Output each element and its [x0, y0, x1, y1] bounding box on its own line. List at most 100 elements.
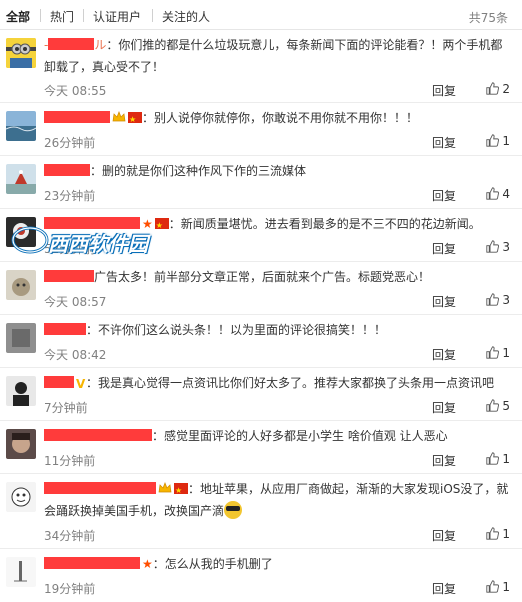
- vip-crown-icon: [158, 479, 172, 493]
- redacted-name: [44, 376, 74, 388]
- thumb-up-icon: [486, 82, 500, 95]
- tab-divider: [83, 9, 84, 22]
- thumb-up-icon: [486, 240, 500, 253]
- reply-button[interactable]: 回复: [432, 187, 456, 204]
- tab-all[interactable]: 全部: [6, 8, 30, 25]
- comment-text: V：我是真心觉得一点资讯比你们好太多了。推荐大家都换了头条用一点资讯吧: [44, 372, 512, 394]
- username[interactable]: [44, 429, 152, 443]
- comment-item: ：地址苹果，从应用厂商做起，渐渐的大家发现iOS没了，就会踊跃换掉美国手机，改换…: [0, 474, 522, 549]
- like-button[interactable]: 4: [486, 187, 510, 201]
- like-button[interactable]: 1: [486, 134, 510, 148]
- verified-v-icon: V: [76, 377, 86, 391]
- thumb-up-icon: [486, 187, 500, 200]
- reply-button[interactable]: 回复: [432, 452, 456, 469]
- comment-content: ：怎么从我的手机删了: [152, 557, 273, 571]
- username[interactable]: [44, 482, 156, 496]
- comment-content: ：不许你们这么说头条！！以为里面的评论很搞笑！！！: [86, 323, 387, 337]
- like-count: 3: [502, 293, 510, 307]
- tab-hot[interactable]: 热门: [50, 8, 74, 25]
- china-flag-icon: [174, 480, 188, 502]
- like-count: 1: [502, 452, 510, 466]
- like-count: 2: [502, 82, 510, 96]
- like-count: 1: [502, 580, 510, 594]
- thumb-up-icon: [486, 346, 500, 359]
- comment-time: 52分钟前: [44, 242, 96, 256]
- thumb-up-icon: [486, 399, 500, 412]
- username[interactable]: [44, 217, 140, 231]
- like-button[interactable]: 2: [486, 82, 510, 96]
- star-badge-icon: ★: [142, 217, 153, 231]
- like-count: 5: [502, 399, 510, 413]
- comment-item: ：删的就是你们这种作风下作的三流媒体 23分钟前 回复 4: [0, 156, 522, 209]
- comment-item: - ル：你们推的都是什么垃圾玩意儿，每条新闻下面的评论能看？！两个手机都卸载了，真…: [0, 30, 522, 103]
- avatar[interactable]: [6, 164, 36, 194]
- comment-item: 广告太多！前半部分文章正常，后面就来个广告。标题党恶心！ 今天 08:57 回复…: [0, 262, 522, 315]
- username[interactable]: [44, 376, 74, 390]
- redacted-name: [44, 164, 90, 176]
- comment-time: 19分钟前: [44, 582, 96, 596]
- reply-button[interactable]: 回复: [432, 293, 456, 310]
- redacted-name: [44, 111, 110, 123]
- reply-button[interactable]: 回复: [432, 580, 456, 597]
- tab-following[interactable]: 关注的人: [162, 8, 210, 25]
- like-button[interactable]: 1: [486, 527, 510, 541]
- like-button[interactable]: 3: [486, 240, 510, 254]
- username[interactable]: -ル: [44, 38, 106, 52]
- like-count: 3: [502, 240, 510, 254]
- comment-text: ：地址苹果，从应用厂商做起，渐渐的大家发现iOS没了，就会踊跃换掉美国手机，改换…: [44, 478, 512, 522]
- username[interactable]: [44, 323, 86, 337]
- thumb-up-icon: [486, 134, 500, 147]
- comment-content: ：我是真心觉得一点资讯比你们好太多了。推荐大家都换了头条用一点资讯吧: [86, 376, 495, 390]
- thumb-up-icon: [486, 527, 500, 540]
- like-button[interactable]: 5: [486, 399, 510, 413]
- reply-button[interactable]: 回复: [432, 399, 456, 416]
- china-flag-icon: [154, 215, 169, 237]
- comment-content: ：感觉里面评论的人好多都是小学生 啥价值观 让人恶心: [152, 429, 448, 443]
- tab-verified-users[interactable]: 认证用户: [93, 8, 141, 25]
- like-count: 1: [502, 346, 510, 360]
- comment-time: 34分钟前: [44, 529, 96, 543]
- comment-time: 26分钟前: [44, 136, 96, 150]
- thumb-up-icon: [486, 580, 500, 593]
- like-count: 4: [502, 187, 510, 201]
- comment-filter-tabs: 全部 热门 认证用户 关注的人 共75条: [0, 0, 522, 30]
- avatar[interactable]: [6, 270, 36, 300]
- reply-button[interactable]: 回复: [432, 134, 456, 151]
- username[interactable]: [44, 270, 94, 284]
- avatar[interactable]: [6, 557, 36, 587]
- redacted-name: [44, 429, 152, 441]
- reply-button[interactable]: 回复: [432, 82, 456, 99]
- avatar[interactable]: [6, 38, 36, 68]
- avatar[interactable]: [6, 217, 36, 247]
- like-button[interactable]: 1: [486, 346, 510, 360]
- comment-content: ：新闻质量堪忧。进去看到最多的是不三不四的花边新闻。: [168, 217, 481, 231]
- avatar[interactable]: [6, 111, 36, 141]
- comment-item: ★ ：新闻质量堪忧。进去看到最多的是不三不四的花边新闻。 52分钟前 回复 3: [0, 209, 522, 262]
- comment-item: ：感觉里面评论的人好多都是小学生 啥价值观 让人恶心 11分钟前 回复 1: [0, 421, 522, 474]
- like-button[interactable]: 1: [486, 452, 510, 466]
- comment-text: - ル：你们推的都是什么垃圾玩意儿，每条新闻下面的评论能看？！两个手机都卸载了，真…: [44, 34, 512, 78]
- like-button[interactable]: 1: [486, 580, 510, 594]
- avatar[interactable]: [6, 323, 36, 353]
- avatar[interactable]: [6, 376, 36, 406]
- tab-divider: [152, 9, 153, 22]
- reply-button[interactable]: 回复: [432, 527, 456, 544]
- star-badge-icon: ★: [142, 557, 153, 571]
- like-count: 1: [502, 134, 510, 148]
- comment-text: ：不许你们这么说头条！！以为里面的评论很搞笑！！！: [44, 319, 512, 341]
- comment-content: ：删的就是你们这种作风下作的三流媒体: [90, 164, 307, 178]
- comment-text: ：别人说停你就停你，你敢说不用你就不用你！！！: [44, 107, 512, 131]
- avatar[interactable]: [6, 482, 36, 512]
- vip-crown-icon: [112, 108, 126, 122]
- reply-button[interactable]: 回复: [432, 346, 456, 363]
- reply-button[interactable]: 回复: [432, 240, 456, 257]
- avatar[interactable]: [6, 429, 36, 459]
- username[interactable]: [44, 557, 140, 571]
- like-button[interactable]: 3: [486, 293, 510, 307]
- username[interactable]: [44, 164, 90, 178]
- redacted-name: [44, 323, 86, 335]
- username[interactable]: [44, 111, 110, 125]
- sunglasses-emoji-icon: [224, 501, 243, 519]
- redacted-name: [44, 557, 140, 569]
- thumb-up-icon: [486, 293, 500, 306]
